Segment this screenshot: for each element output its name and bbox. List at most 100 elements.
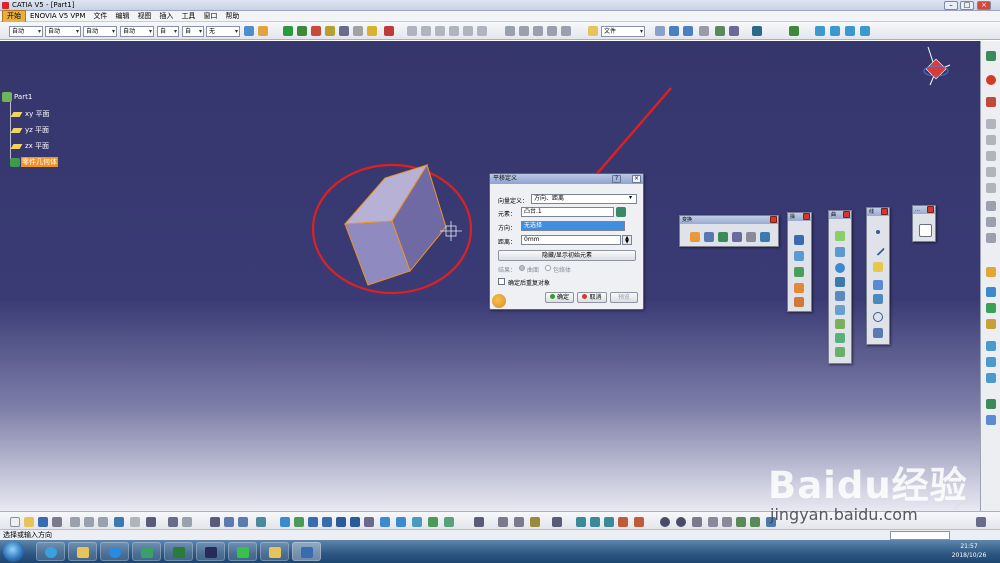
bottom-tool-icon-5[interactable] [412,517,422,527]
bottom-tool-icon-15[interactable] [634,517,644,527]
right-tool-icon-1[interactable] [986,51,996,61]
file-combo[interactable]: 文件 [601,26,645,37]
sphere-icon[interactable] [835,263,845,273]
bottom-tool-icon-9[interactable] [530,517,540,527]
copy-icon[interactable] [84,517,94,527]
tool-icon-11[interactable] [561,26,571,36]
taskbar-ie[interactable] [36,542,65,561]
tool-icon-12[interactable] [699,26,709,36]
folder-icon[interactable] [588,26,598,36]
spline-icon[interactable] [683,26,693,36]
undo-icon[interactable] [114,517,124,527]
scaling-icon[interactable] [746,232,756,242]
direction-field[interactable]: 无选择 [521,221,625,231]
gear-icon[interactable] [752,26,762,36]
bottom-tool-icon-4[interactable] [256,517,266,527]
print-icon[interactable] [52,517,62,527]
op-icon-4[interactable] [794,283,804,293]
surface-icon-8[interactable] [835,333,845,343]
redo-icon[interactable] [130,517,140,527]
cube-part[interactable] [343,163,447,286]
tree-node-part1[interactable]: Part1 [2,92,32,102]
right-tool-icon-10[interactable] [986,217,996,227]
zoom-out-icon[interactable] [350,517,360,527]
constraint-icon[interactable] [384,26,394,36]
curve-icon[interactable] [669,26,679,36]
right-tool-icon-19[interactable] [986,399,996,409]
plane-tool-icon[interactable] [873,262,883,272]
right-tool-icon-6[interactable] [986,151,996,161]
line-thickness-combo[interactable]: 自动 [83,26,117,37]
translate-icon[interactable] [690,232,700,242]
right-tool-icon-16[interactable] [986,341,996,351]
circle-icon[interactable] [873,312,883,322]
color-combo[interactable]: 自动 [9,26,43,37]
help-icon[interactable] [146,517,156,527]
taskbar-wechat[interactable] [228,542,257,561]
right-tool-icon-14[interactable] [986,303,996,313]
rotate-icon[interactable] [704,232,714,242]
bottom-tool-icon-6[interactable] [474,517,484,527]
tool-icon-3[interactable] [435,26,445,36]
taskbar-explorer[interactable] [68,542,97,561]
surface-icon-6[interactable] [835,305,845,315]
taskbar-media[interactable] [100,542,129,561]
ok-button[interactable]: 确定 [545,292,574,303]
menu-start[interactable]: 开始 [2,9,26,23]
tool-icon-2[interactable] [421,26,431,36]
vector-definition-select[interactable]: 方向、距离 [531,194,637,204]
transparency-combo[interactable]: 自动 [45,26,81,37]
op-icon-3[interactable] [794,267,804,277]
bottom-tool-icon-2[interactable] [224,517,234,527]
tree-node-body[interactable]: 零件几何体 [10,157,58,167]
affinity-icon[interactable] [760,232,770,242]
point-type-combo[interactable]: 自 [157,26,179,37]
tool-icon-13[interactable] [715,26,725,36]
bottom-tool-icon-22[interactable] [750,517,760,527]
tool-icon-15[interactable] [815,26,825,36]
element-field[interactable]: 凸台.1 [521,207,614,217]
paste-icon[interactable] [98,517,108,527]
tree-node-yz[interactable]: yz 平面 [10,125,49,135]
new-icon[interactable] [10,517,20,527]
op-icon-1[interactable] [794,235,804,245]
op-icon-5[interactable] [794,297,804,307]
menu-edit[interactable]: 编辑 [111,11,133,22]
comment-icon[interactable] [182,517,192,527]
distance-field[interactable]: 0mm [521,235,621,245]
right-tool-icon-11[interactable] [986,233,996,243]
axis-to-axis-icon[interactable] [732,232,742,242]
dialog-help-button[interactable]: ? [612,175,621,183]
move-icon[interactable] [297,26,307,36]
taskbar-app-2[interactable] [196,542,225,561]
close-window-button[interactable]: × [977,1,991,10]
bottom-tool-icon-20[interactable] [722,517,732,527]
fit-all-icon[interactable] [294,517,304,527]
hide-show-initial-button[interactable]: 隐藏/显示初始元素 [498,250,636,261]
bottom-tool-icon-12[interactable] [590,517,600,527]
repeat-checkbox[interactable] [498,278,505,285]
bottom-tool-icon-14[interactable] [618,517,628,527]
swap-space-icon[interactable] [444,517,454,527]
surface-icon-9[interactable] [835,347,845,357]
line-type-combo[interactable]: 自动 [120,26,154,37]
bottom-tool-icon-19[interactable] [708,517,718,527]
tool-icon-1[interactable] [407,26,417,36]
cancel-button[interactable]: 取消 [577,292,607,303]
start-button[interactable] [3,541,24,562]
zoom-in-icon[interactable] [336,517,346,527]
quick-view-icon[interactable] [380,517,390,527]
close-icon[interactable] [881,208,888,215]
point-icon[interactable] [876,230,880,234]
cut-icon[interactable] [70,517,80,527]
line-icon[interactable] [870,241,886,257]
rotate-view-icon[interactable] [322,517,332,527]
preview-button[interactable]: 预览 [610,292,638,303]
tool-icon-17[interactable] [845,26,855,36]
right-tool-icon-18[interactable] [986,373,996,383]
normal-view-icon[interactable] [364,517,374,527]
spline-tool-icon[interactable] [873,328,883,338]
macro-icon[interactable] [789,26,799,36]
analysis-icon[interactable] [367,26,377,36]
compass-icon[interactable] [923,46,951,86]
